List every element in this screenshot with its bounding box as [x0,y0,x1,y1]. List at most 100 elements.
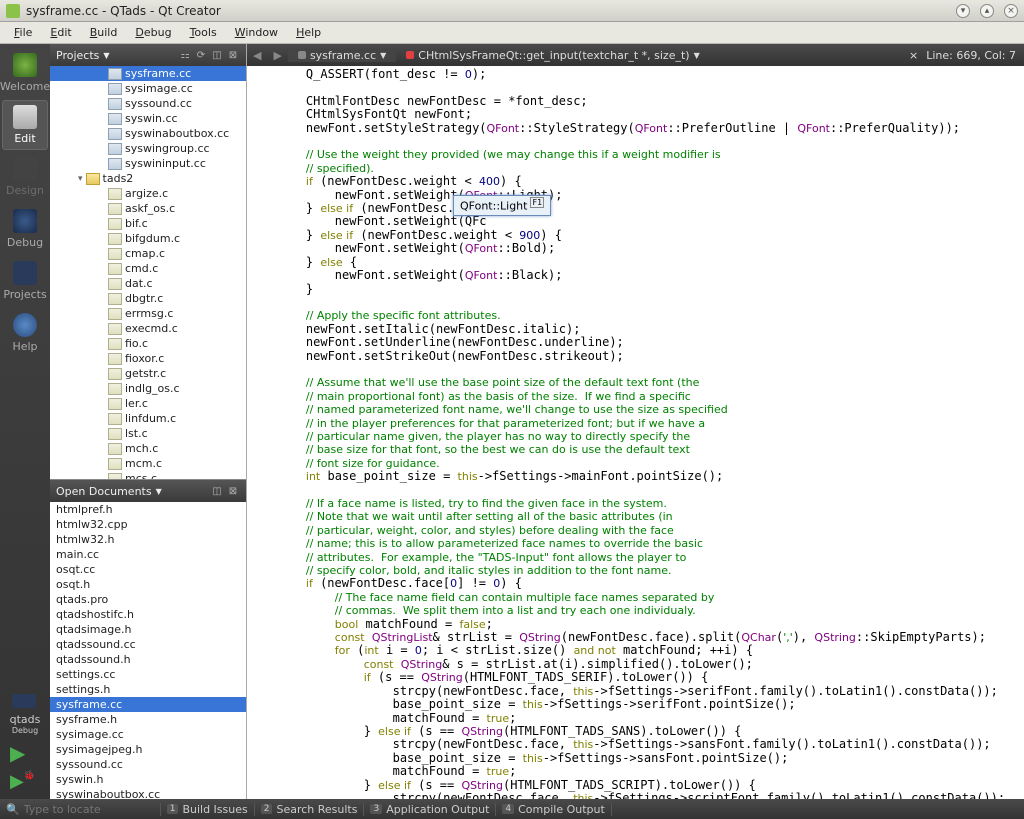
file-icon [108,308,122,320]
open-doc-item[interactable]: qtadssound.h [50,652,246,667]
tree-item[interactable]: execmd.c [50,321,246,336]
tree-item[interactable]: mcs.c [50,471,246,479]
locator-input[interactable] [24,803,154,816]
open-doc-item[interactable]: qtadsimage.h [50,622,246,637]
debug-run-button[interactable]: ▶🐞 [10,771,40,795]
left-sidebar: WelcomeEditDesignDebugProjectsHelp qtads… [0,44,50,799]
tree-item[interactable]: sysframe.cc [50,66,246,81]
tree-item[interactable]: askf_os.c [50,201,246,216]
file-icon [108,248,122,260]
menu-file[interactable]: File [6,24,40,41]
menu-help[interactable]: Help [288,24,329,41]
close-doc-icon[interactable]: × [909,49,918,62]
open-documents-list[interactable]: htmlpref.hhtmlw32.cpphtmlw32.hmain.ccosq… [50,502,246,799]
line-col-indicator[interactable]: Line: 669, Col: 7 [926,49,1016,62]
debug-icon [13,209,37,233]
tree-item[interactable]: ▾ tads2 [50,171,246,186]
tree-item[interactable]: fioxor.c [50,351,246,366]
output-pane-compile-output[interactable]: 4 Compile Output [496,803,611,816]
open-doc-item[interactable]: htmlw32.h [50,532,246,547]
tree-item[interactable]: mcm.c [50,456,246,471]
open-doc-item[interactable]: htmlpref.h [50,502,246,517]
filter-icon[interactable]: ⚏ [178,48,192,62]
project-tree[interactable]: sysframe.ccsysimage.ccsyssound.ccsyswin.… [50,66,246,479]
split-icon[interactable]: ◫ [210,484,224,498]
code-editor[interactable]: Q_ASSERT(font_desc != 0); CHtmlFontDesc … [247,66,1024,799]
open-doc-item[interactable]: main.cc [50,547,246,562]
tree-item[interactable]: syswin.cc [50,111,246,126]
menu-debug[interactable]: Debug [127,24,179,41]
tree-item[interactable]: dat.c [50,276,246,291]
output-pane-build-issues[interactable]: 1 Build Issues [161,803,255,816]
menu-build[interactable]: Build [82,24,126,41]
run-button[interactable]: ▶ [10,741,40,765]
file-icon [108,293,122,305]
tree-item[interactable]: cmd.c [50,261,246,276]
app-icon [6,4,20,18]
nav-back-icon[interactable]: ◀ [247,49,267,62]
tree-item[interactable]: dbgtr.c [50,291,246,306]
open-doc-item[interactable]: qtadssound.cc [50,637,246,652]
open-doc-item[interactable]: qtads.pro [50,592,246,607]
open-doc-item[interactable]: sysimagejpeg.h [50,742,246,757]
output-pane-application-output[interactable]: 3 Application Output [364,803,496,816]
tree-item[interactable]: linfdum.c [50,411,246,426]
file-icon [108,278,122,290]
tree-item[interactable]: errmsg.c [50,306,246,321]
open-doc-item[interactable]: osqt.cc [50,562,246,577]
tree-item[interactable]: argize.c [50,186,246,201]
help-icon [13,313,37,337]
open-doc-item[interactable]: sysimage.cc [50,727,246,742]
tree-item[interactable]: syswingroup.cc [50,141,246,156]
tree-item[interactable]: syssound.cc [50,96,246,111]
menu-edit[interactable]: Edit [42,24,79,41]
tree-item[interactable]: lst.c [50,426,246,441]
tree-item[interactable]: ler.c [50,396,246,411]
close-pane-icon[interactable]: ⊠ [226,484,240,498]
output-pane-search-results[interactable]: 2 Search Results [255,803,365,816]
file-icon [108,143,122,155]
tree-item[interactable]: syswininput.cc [50,156,246,171]
close-button[interactable]: × [1004,4,1018,18]
menu-tools[interactable]: Tools [182,24,225,41]
tree-item[interactable]: fio.c [50,336,246,351]
mode-edit[interactable]: Edit [2,100,48,150]
split-icon[interactable]: ◫ [210,48,224,62]
close-pane-icon[interactable]: ⊠ [226,48,240,62]
sync-icon[interactable]: ⟳ [194,48,208,62]
menu-window[interactable]: Window [227,24,286,41]
tree-item[interactable]: mch.c [50,441,246,456]
mode-design: Design [2,152,48,202]
tree-item[interactable]: cmap.c [50,246,246,261]
open-doc-item[interactable]: osqt.h [50,577,246,592]
minimize-button[interactable]: ▾ [956,4,970,18]
open-doc-item[interactable]: qtadshostifc.h [50,607,246,622]
tree-item[interactable]: bif.c [50,216,246,231]
editor-area: ◀ ▶ sysframe.cc ▼ CHtmlSysFrameQt::get_i… [247,44,1024,799]
tree-item[interactable]: bifgdum.c [50,231,246,246]
mode-help[interactable]: Help [2,308,48,358]
open-doc-item[interactable]: sysframe.cc [50,697,246,712]
open-doc-item[interactable]: settings.cc [50,667,246,682]
mode-projects[interactable]: Projects [2,256,48,306]
open-doc-item[interactable]: htmlw32.cpp [50,517,246,532]
symbol-selector[interactable]: CHtmlSysFrameQt::get_input(textchar_t *,… [396,49,709,62]
tree-item[interactable]: syswinaboutbox.cc [50,126,246,141]
nav-fwd-icon[interactable]: ▶ [267,49,287,62]
file-selector[interactable]: sysframe.cc ▼ [288,49,396,62]
locator[interactable]: 🔍 [0,803,161,816]
open-doc-item[interactable]: syswinaboutbox.cc [50,787,246,799]
mode-debug[interactable]: Debug [2,204,48,254]
open-doc-item[interactable]: sysframe.h [50,712,246,727]
tree-item[interactable]: indlg_os.c [50,381,246,396]
kit-selector[interactable]: qtads Debug [10,690,41,735]
mode-welcome[interactable]: Welcome [2,48,48,98]
open-doc-item[interactable]: syswin.h [50,772,246,787]
projects-header: Projects ▼ ⚏ ⟳ ◫ ⊠ [50,44,246,66]
maximize-button[interactable]: ▴ [980,4,994,18]
code-completion-tooltip: QFont::LightF1 [453,195,551,216]
tree-item[interactable]: sysimage.cc [50,81,246,96]
tree-item[interactable]: getstr.c [50,366,246,381]
open-doc-item[interactable]: syssound.cc [50,757,246,772]
open-doc-item[interactable]: settings.h [50,682,246,697]
